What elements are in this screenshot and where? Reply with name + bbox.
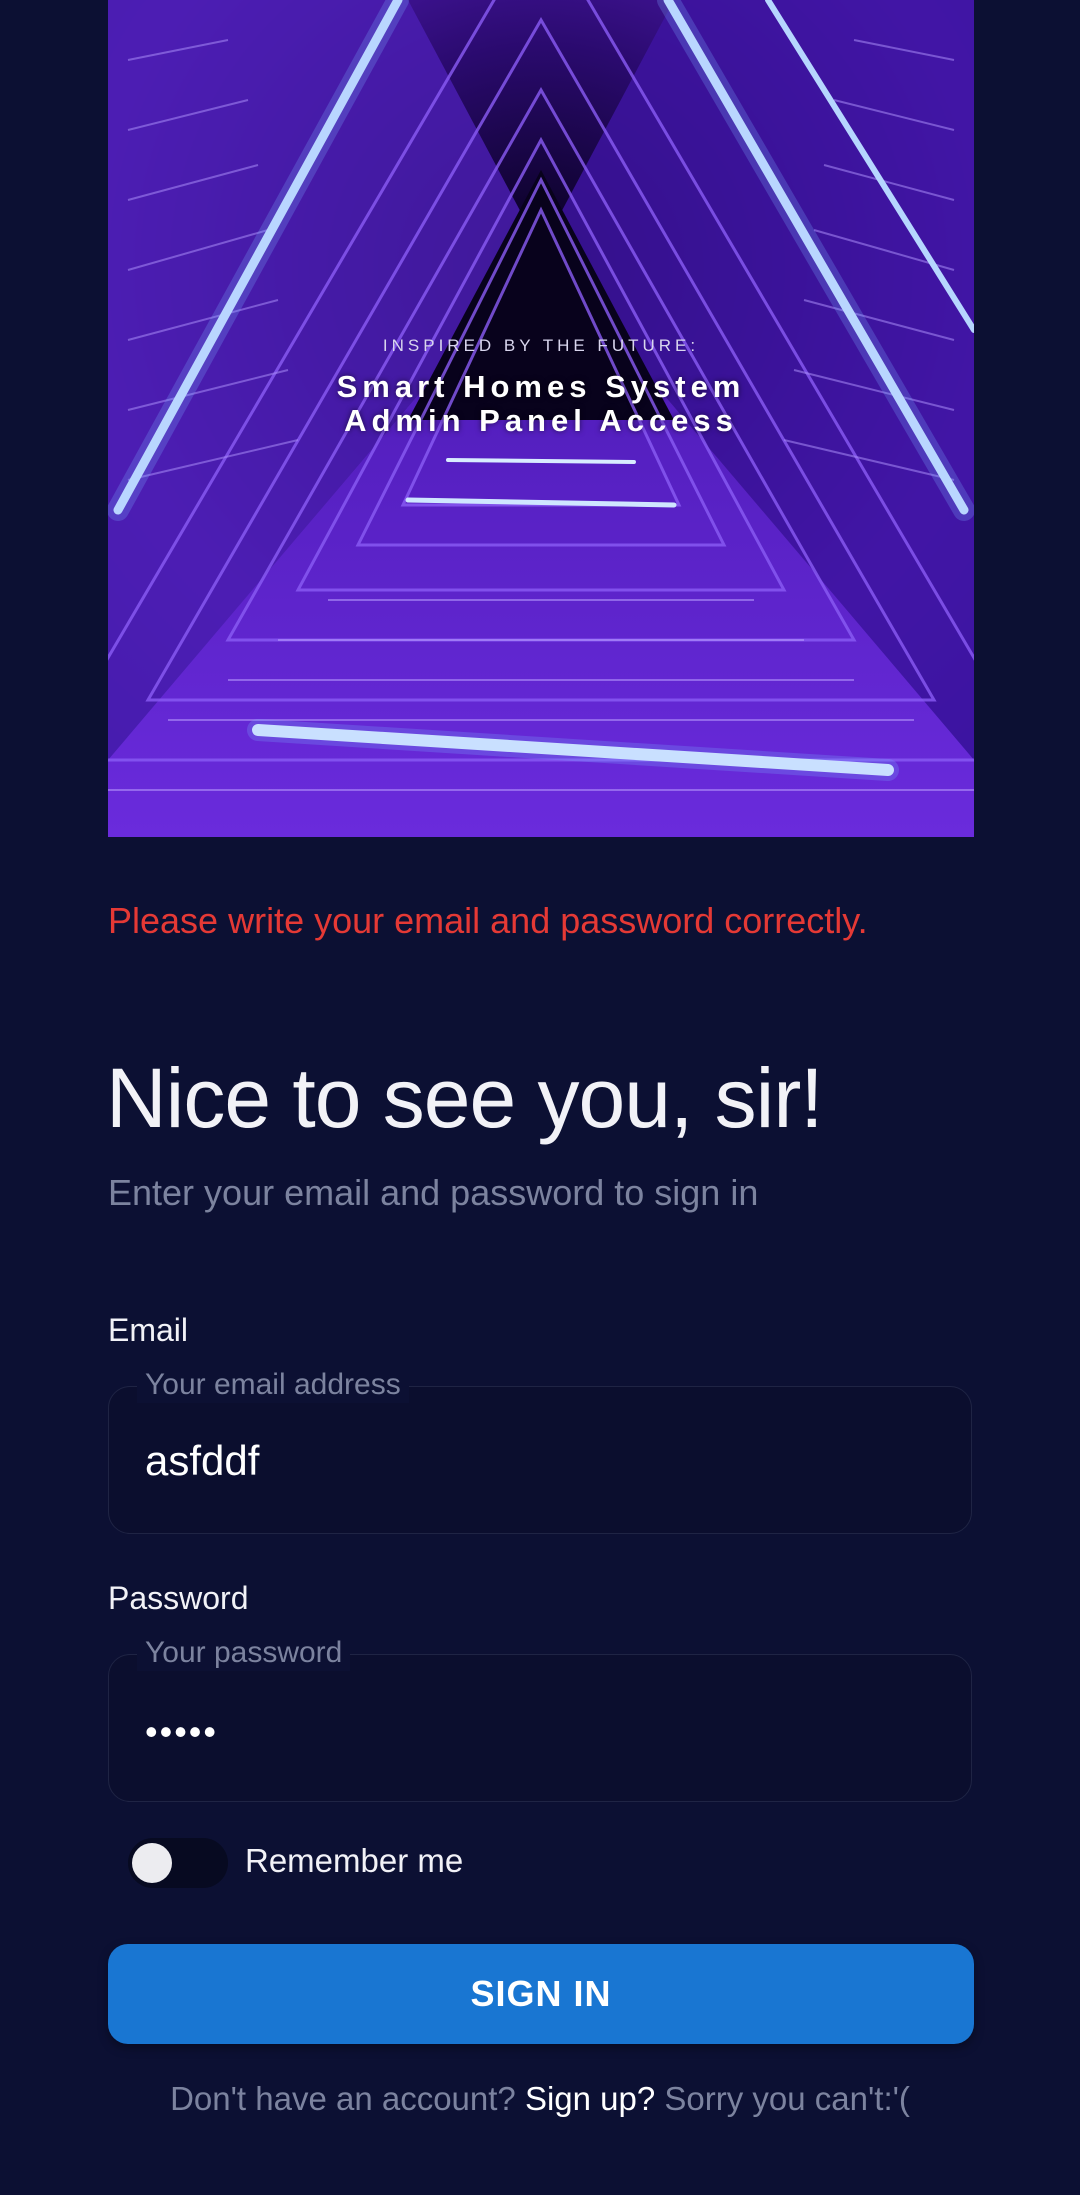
- email-field[interactable]: Your email address: [108, 1367, 972, 1534]
- toggle-knob: [132, 1843, 172, 1883]
- remember-me-label[interactable]: Remember me: [245, 1842, 463, 1880]
- email-label: Email: [108, 1312, 189, 1348]
- hero-title-line-2: Admin Panel Access: [344, 403, 738, 438]
- page-title: Nice to see you, sir!: [106, 1051, 824, 1145]
- hero-title: Smart Homes System Admin Panel Access: [108, 370, 974, 438]
- sign-up-link[interactable]: Sign up?: [525, 2080, 655, 2117]
- hero-image: INSPIRED BY THE FUTURE: Smart Homes Syst…: [108, 0, 974, 837]
- footer-text: Don't have an account? Sign up? Sorry yo…: [0, 2080, 1080, 2118]
- hero-title-line-1: Smart Homes System: [336, 369, 746, 404]
- remember-me-toggle[interactable]: [128, 1838, 228, 1888]
- email-placeholder: Your email address: [137, 1367, 409, 1403]
- footer-prefix: Don't have an account?: [170, 2080, 525, 2117]
- email-input[interactable]: [145, 1437, 925, 1485]
- password-placeholder: Your password: [137, 1635, 351, 1671]
- error-message: Please write your email and password cor…: [108, 900, 868, 941]
- footer-suffix: Sorry you can't:'(: [655, 2080, 910, 2117]
- page-subtitle: Enter your email and password to sign in: [108, 1172, 759, 1213]
- password-label: Password: [108, 1580, 249, 1616]
- password-input[interactable]: •••••: [145, 1711, 218, 1753]
- password-field[interactable]: Your password •••••: [108, 1635, 972, 1802]
- hero-kicker: INSPIRED BY THE FUTURE:: [382, 336, 700, 355]
- sign-in-page: INSPIRED BY THE FUTURE: Smart Homes Syst…: [0, 0, 1080, 2195]
- sign-in-button[interactable]: SIGN IN: [108, 1944, 974, 2044]
